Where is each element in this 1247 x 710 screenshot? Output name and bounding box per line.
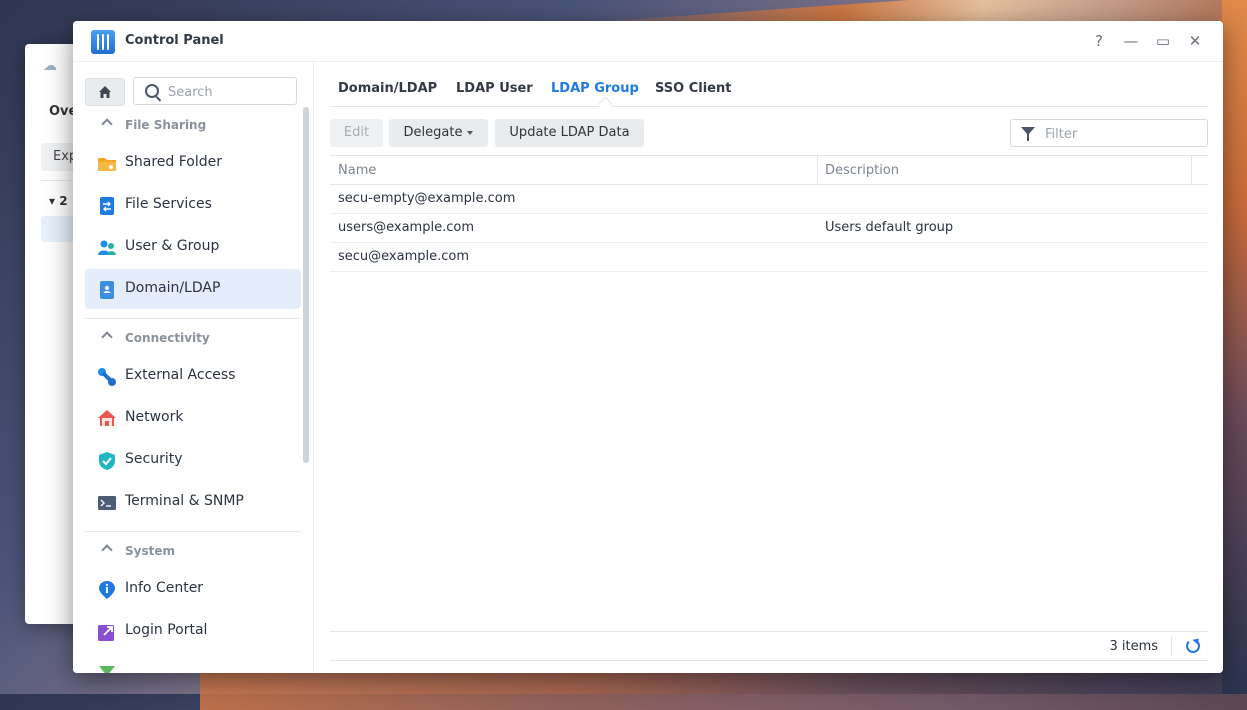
info-icon [99,581,115,599]
sidebar-item-partial[interactable] [85,653,301,673]
table-row[interactable]: secu@example.com [330,243,1208,272]
tab-bar: Domain/LDAP LDAP User LDAP Group SSO Cli… [330,62,1208,113]
column-header-name[interactable]: Name [338,163,376,178]
delegate-label: Delegate [403,125,463,140]
sidebar-item-security[interactable]: Security [85,440,301,480]
table-footer: 3 items [330,631,1208,661]
cell-description: Users default group [825,220,954,235]
external-access-icon [98,368,116,386]
search-box[interactable] [133,77,297,105]
column-resizer[interactable] [817,156,818,185]
cell-name: secu@example.com [338,249,470,264]
sidebar-item-external-access[interactable]: External Access [85,356,301,396]
sidebar-item-domain-ldap[interactable]: Domain/LDAP [85,269,301,309]
caret-down-icon [467,130,474,135]
sidebar-item-login-portal[interactable]: Login Portal [85,611,301,651]
filter-input[interactable] [1043,124,1197,144]
cell-name: users@example.com [338,220,474,235]
section-connectivity[interactable]: Connectivity [73,327,301,351]
login-portal-icon [98,625,114,641]
chevron-up-icon [101,544,113,556]
filter-box[interactable] [1010,119,1208,147]
column-header-description[interactable]: Description [825,163,899,178]
background-tree-label: 2 [59,194,68,208]
file-services-icon [100,197,114,215]
domain-icon [100,281,114,299]
column-resizer[interactable] [1191,156,1192,185]
partial-icon [99,666,115,673]
tab-domain-ldap[interactable]: Domain/LDAP [338,81,437,96]
home-icon [99,86,111,98]
control-panel-window: Control Panel ? — ▭ ✕ File Sharing Share [73,21,1223,673]
section-label: Connectivity [125,331,210,345]
window-title: Control Panel [125,33,224,48]
sidebar-scrollbar[interactable] [303,107,309,463]
edit-button[interactable]: Edit [330,119,383,147]
sidebar-item-label: Login Portal [125,622,208,638]
close-icon[interactable]: ✕ [1185,31,1205,51]
section-divider [85,531,301,532]
active-tab-indicator [597,96,614,113]
sidebar-item-label: File Services [125,196,212,212]
cell-name: secu-empty@example.com [338,191,516,206]
sidebar-item-terminal-snmp[interactable]: Terminal & SNMP [85,482,301,522]
refresh-icon[interactable] [1186,639,1200,653]
delegate-button[interactable]: Delegate [389,119,488,147]
sidebar-item-label: User & Group [125,238,220,254]
sidebar-item-shared-folder[interactable]: Shared Folder [85,143,301,183]
title-bar[interactable]: Control Panel ? — ▭ ✕ [73,21,1223,62]
section-divider [85,318,301,319]
update-ldap-data-button[interactable]: Update LDAP Data [495,119,644,147]
house-icon [98,410,116,426]
home-button[interactable] [85,78,125,106]
tab-sso-client[interactable]: SSO Client [655,81,731,96]
sidebar-item-label: Domain/LDAP [125,280,221,296]
help-icon[interactable]: ? [1089,31,1109,51]
terminal-icon [98,496,116,510]
main-content: Domain/LDAP LDAP User LDAP Group SSO Cli… [314,62,1223,673]
table-row[interactable]: secu-empty@example.com [330,185,1208,214]
table-row[interactable]: users@example.com Users default group [330,214,1208,243]
sidebar-item-label: Info Center [125,580,204,596]
sidebar-item-label: External Access [125,367,236,383]
sidebar-item-label: Shared Folder [125,154,223,170]
folder-icon [98,158,116,171]
section-system[interactable]: System [73,540,301,564]
desktop-wallpaper-right [1222,0,1247,694]
search-input[interactable] [166,82,290,102]
divider [1171,636,1172,656]
tab-ldap-user[interactable]: LDAP User [456,81,533,96]
control-panel-icon [91,30,115,54]
sidebar-item-network[interactable]: Network [85,398,301,438]
sidebar-item-label: Security [125,451,183,467]
section-label: System [125,544,175,558]
chevron-up-icon [101,118,113,130]
section-file-sharing[interactable]: File Sharing [73,114,301,138]
shield-icon [99,452,115,470]
minimize-icon[interactable]: — [1121,31,1141,51]
sidebar-item-info-center[interactable]: Info Center [85,569,301,609]
sidebar-item-user-group[interactable]: User & Group [85,227,301,267]
chevron-up-icon [101,331,113,343]
table-header: Name Description [330,155,1208,185]
background-tree-node[interactable]: ▾ 2 [49,194,68,208]
tab-ldap-group[interactable]: LDAP Group [551,81,639,96]
sidebar-item-label: Network [125,409,184,425]
docker-icon: ☁ [43,58,57,74]
filter-icon [1021,127,1035,141]
item-count: 3 items [1109,639,1158,654]
sidebar-item-file-services[interactable]: File Services [85,185,301,225]
maximize-icon[interactable]: ▭ [1153,31,1173,51]
sidebar: File Sharing Shared Folder File Services… [73,62,314,673]
sidebar-item-label: Terminal & SNMP [125,493,244,509]
users-icon [98,240,116,255]
section-label: File Sharing [125,118,207,132]
search-icon [145,84,159,98]
